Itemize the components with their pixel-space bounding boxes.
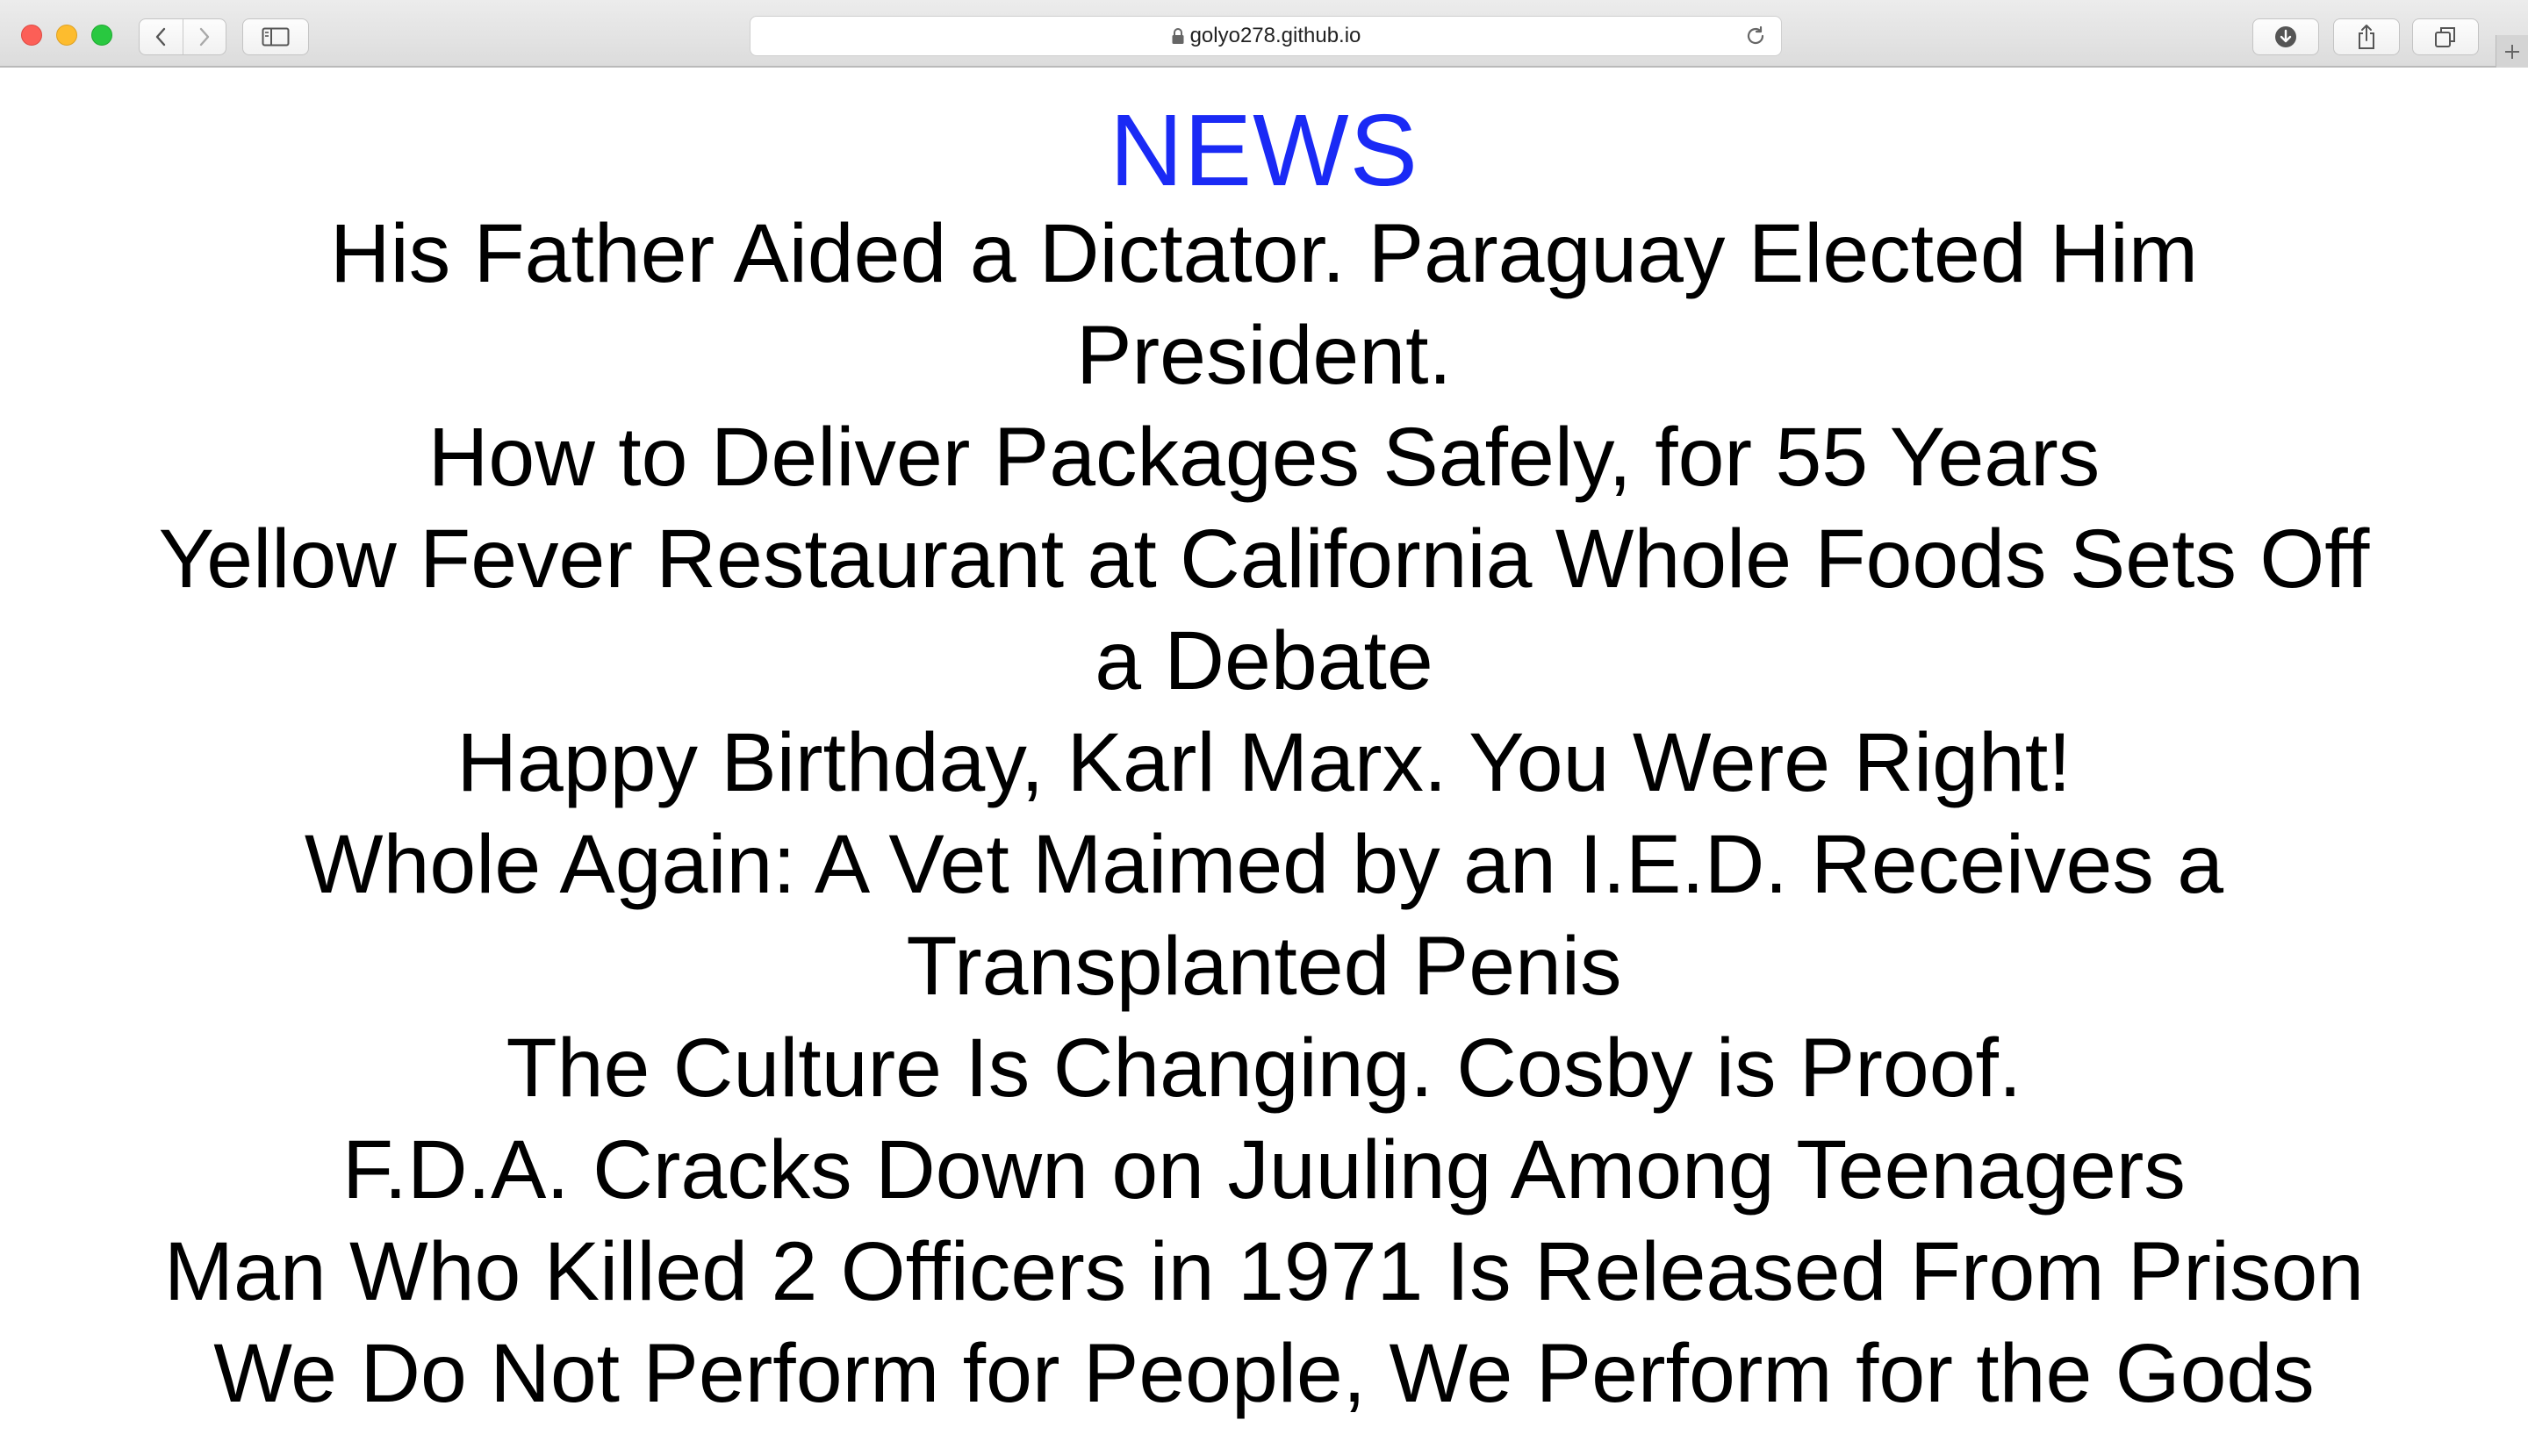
browser-window: golyo278.github.io NEWS His Father Aided… (0, 0, 2528, 1456)
new-tab-button[interactable] (2496, 35, 2528, 68)
back-button[interactable] (140, 19, 183, 54)
chevron-left-icon (156, 27, 166, 47)
browser-toolbar: golyo278.github.io (0, 0, 2528, 68)
minimize-window-button[interactable] (56, 25, 77, 46)
close-window-button[interactable] (21, 25, 42, 46)
reload-icon (1747, 25, 1764, 45)
headline: Happy Birthday, Karl Marx. You Were Righ… (456, 716, 2072, 809)
navigation-buttons (139, 18, 226, 55)
headline-list: His Father Aided a Dictator. Paraguay El… (0, 203, 2528, 1424)
reload-button[interactable] (1744, 25, 1767, 51)
headline: Yellow Fever Restaurant at California Wh… (158, 513, 2370, 707)
address-bar[interactable]: golyo278.github.io (750, 16, 1782, 56)
sidebar-toggle-button[interactable] (242, 18, 309, 55)
tabs-overview-button[interactable] (2412, 18, 2479, 55)
chevron-right-icon (199, 27, 209, 47)
page-title: NEWS (1110, 93, 1418, 207)
sidebar-icon (262, 27, 290, 47)
tabs-icon (2435, 27, 2455, 47)
headline: Man Who Killed 2 Officers in 1971 Is Rel… (163, 1225, 2365, 1318)
download-icon (2275, 26, 2296, 47)
lock-icon (1172, 28, 1184, 44)
plus-icon (2505, 44, 2519, 59)
headline: Whole Again: A Vet Maimed by an I.E.D. R… (304, 818, 2224, 1013)
maximize-window-button[interactable] (91, 25, 112, 46)
headline: His Father Aided a Dictator. Paraguay El… (330, 207, 2198, 402)
downloads-button[interactable] (2252, 18, 2319, 55)
headline: We Do Not Perform for People, We Perform… (213, 1327, 2315, 1420)
url-text: golyo278.github.io (1189, 24, 1361, 47)
headline: How to Deliver Packages Safely, for 55 Y… (427, 411, 2101, 504)
headline: The Culture Is Changing. Cosby is Proof. (506, 1022, 2022, 1115)
headline: F.D.A. Cracks Down on Juuling Among Teen… (342, 1123, 2186, 1216)
share-icon (2359, 25, 2374, 49)
page-content: NEWS His Father Aided a Dictator. Paragu… (0, 68, 2528, 1456)
share-button[interactable] (2333, 18, 2400, 55)
forward-button[interactable] (182, 19, 226, 54)
